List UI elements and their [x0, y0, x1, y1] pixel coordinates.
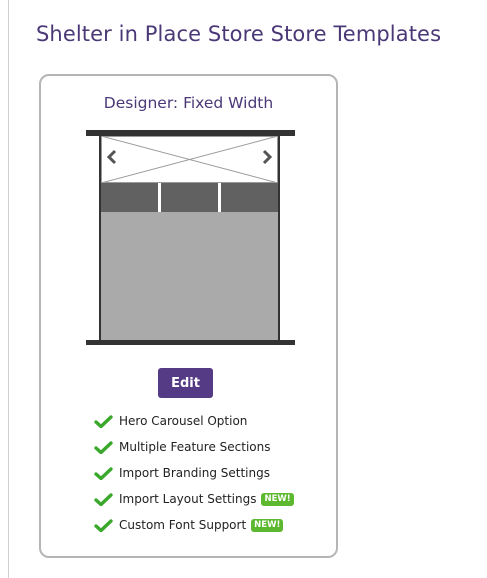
feature-item-multiple-feature-sections: Multiple Feature Sections	[94, 434, 294, 460]
check-icon	[94, 440, 113, 454]
preview-hero-carousel	[101, 136, 278, 183]
feature-item-hero-carousel: Hero Carousel Option	[94, 408, 294, 434]
hero-placeholder-graphic	[101, 136, 278, 183]
edit-button[interactable]: Edit	[158, 368, 213, 398]
page-title: Shelter in Place Store Store Templates	[36, 22, 442, 46]
feature-label: Multiple Feature Sections	[119, 440, 271, 454]
template-card-title: Designer: Fixed Width	[103, 94, 274, 112]
feature-label: Hero Carousel Option	[119, 414, 248, 428]
check-icon	[94, 492, 113, 506]
feature-label: Custom Font Support	[119, 518, 247, 532]
preview-feature-row	[101, 183, 278, 212]
feature-item-import-layout: Import Layout Settings NEW!	[94, 486, 294, 512]
feature-item-import-branding: Import Branding Settings	[94, 460, 294, 486]
template-card: Designer: Fixed Width Edit Hero Carousel…	[39, 74, 338, 558]
preview-feature-block	[101, 183, 158, 212]
new-badge: NEW!	[261, 492, 294, 506]
preview-footer-bar	[86, 340, 295, 345]
feature-list: Hero Carousel Option Multiple Feature Se…	[94, 408, 294, 538]
new-badge: NEW!	[251, 518, 284, 532]
page-left-border	[8, 0, 9, 578]
check-icon	[94, 466, 113, 480]
preview-content-area	[101, 212, 278, 340]
preview-right-rail	[278, 136, 280, 340]
template-preview-thumbnail	[86, 130, 295, 345]
feature-item-custom-font: Custom Font Support NEW!	[94, 512, 294, 538]
feature-label: Import Layout Settings	[119, 492, 257, 506]
feature-label: Import Branding Settings	[119, 466, 270, 480]
check-icon	[94, 518, 113, 532]
preview-feature-block	[221, 183, 278, 212]
preview-feature-block	[161, 183, 218, 212]
check-icon	[94, 414, 113, 428]
